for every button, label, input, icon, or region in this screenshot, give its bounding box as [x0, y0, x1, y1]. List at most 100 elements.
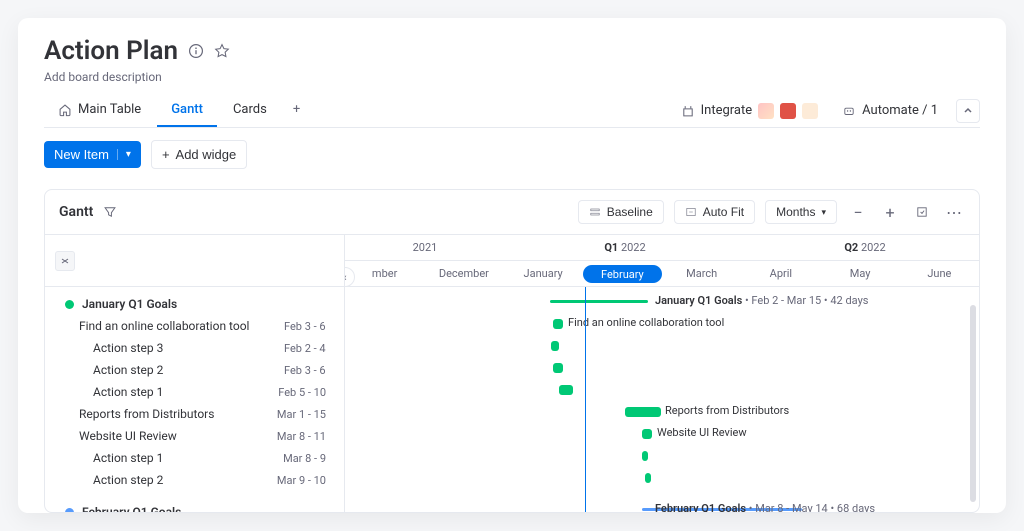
tab-label: Cards	[233, 102, 267, 117]
automate-button[interactable]: Automate / 1	[836, 99, 944, 122]
row-name: Action step 3	[93, 341, 163, 355]
group-color-dot	[65, 300, 74, 309]
row-date: Feb 2 - 4	[284, 342, 344, 355]
gantt-timeline[interactable]: ‹ 2021Q1 2022Q2 2022 mberDecemberJanuary…	[345, 235, 979, 512]
row-name: Reports from Distributors	[79, 407, 214, 421]
group-color-dot	[65, 508, 74, 513]
month-label[interactable]: February	[583, 265, 662, 283]
add-tab-button[interactable]: +	[283, 94, 310, 127]
star-icon[interactable]	[214, 43, 230, 59]
expand-button[interactable]	[956, 99, 980, 123]
zoom-in-button[interactable]: +	[879, 201, 901, 223]
row-name: January Q1 Goals	[82, 297, 177, 311]
robot-icon	[842, 104, 856, 118]
month-label[interactable]: January	[504, 261, 583, 286]
bar-meta-label: February Q1 Goals • Mar 8 - May 14 • 68 …	[655, 502, 875, 512]
row-name: Action step 2	[93, 473, 163, 487]
year-label: Q2 2022	[745, 235, 979, 260]
month-label[interactable]: March	[662, 261, 741, 286]
today-indicator	[585, 287, 586, 512]
row-date: Mar 1 - 15	[277, 408, 344, 421]
row-name: Website UI Review	[79, 429, 177, 443]
export-button[interactable]	[911, 201, 933, 223]
row-name: February Q1 Goals	[82, 505, 181, 512]
row-date: Feb 5 - 10	[278, 386, 344, 399]
gantt-bar[interactable]	[642, 451, 648, 461]
gantt-bar[interactable]	[551, 341, 559, 351]
gmail-icon	[780, 103, 796, 119]
gantt-bar[interactable]	[642, 429, 652, 439]
baseline-icon	[589, 206, 601, 218]
add-widget-button[interactable]: + Add widge	[151, 140, 247, 169]
bar-label: Reports from Distributors	[665, 404, 789, 417]
tab-cards[interactable]: Cards	[219, 94, 281, 127]
collapse-all-button[interactable]	[55, 251, 75, 271]
board-description[interactable]: Add board description	[44, 70, 980, 84]
app-icon-3	[802, 103, 818, 119]
group-row[interactable]: January Q1 Goals	[45, 293, 344, 315]
month-label[interactable]: mber	[345, 261, 424, 286]
tab-gantt[interactable]: Gantt	[157, 94, 217, 127]
chevron-up-icon	[963, 106, 973, 116]
month-label[interactable]: May	[821, 261, 900, 286]
timeline-row: Reports from Distributors	[345, 401, 979, 423]
row-date: Mar 9 - 10	[277, 474, 344, 487]
month-label[interactable]: December	[424, 261, 503, 286]
gantt-bar[interactable]	[553, 319, 563, 329]
export-icon	[915, 205, 929, 219]
bar-label: Find an online collaboration tool	[568, 316, 724, 329]
month-label[interactable]: June	[900, 261, 979, 286]
gantt-bar[interactable]	[645, 473, 651, 483]
task-row[interactable]: Action step 1 Mar 8 - 9	[45, 447, 344, 469]
row-date: Feb 3 - 6	[284, 364, 344, 377]
tab-main-table[interactable]: Main Table	[44, 94, 155, 127]
scrollbar[interactable]	[970, 305, 976, 502]
info-icon[interactable]	[188, 43, 204, 59]
autofit-icon	[685, 206, 697, 218]
task-row[interactable]: Action step 2 Mar 9 - 10	[45, 469, 344, 491]
task-row[interactable]: Reports from Distributors Mar 1 - 15	[45, 403, 344, 425]
gantt-bar[interactable]	[550, 300, 648, 303]
task-row[interactable]: Action step 3 Feb 2 - 4	[45, 337, 344, 359]
gantt-panel: Gantt Baseline Auto Fit Months ▾ − + ⋯	[44, 189, 980, 513]
month-label[interactable]: April	[741, 261, 820, 286]
row-date: Mar 8 - 11	[277, 430, 344, 443]
task-row[interactable]: Website UI Review Mar 8 - 11	[45, 425, 344, 447]
task-row[interactable]: Action step 2Feb 3 - 6	[45, 359, 344, 381]
more-button[interactable]: ⋯	[943, 201, 965, 223]
timeline-row	[345, 379, 979, 401]
timeline-row: Find an online collaboration tool	[345, 313, 979, 335]
timeline-row: Website UI Review	[345, 423, 979, 445]
integrate-icon	[681, 104, 695, 118]
timeline-row	[345, 467, 979, 489]
year-label: 2021	[345, 235, 505, 260]
task-row[interactable]: Action step 1 Feb 5 - 10	[45, 381, 344, 403]
bar-label: Website UI Review	[657, 426, 747, 439]
group-row[interactable]: February Q1 Goals	[45, 501, 344, 512]
autofit-button[interactable]: Auto Fit	[674, 200, 755, 224]
integrate-button[interactable]: Integrate	[675, 99, 825, 123]
filter-icon[interactable]	[103, 205, 117, 219]
zoom-select[interactable]: Months ▾	[765, 200, 837, 224]
app-icon-1	[758, 103, 774, 119]
row-name: Action step 1	[93, 385, 163, 399]
new-item-button[interactable]: New Item ▾	[44, 141, 141, 168]
gantt-bar[interactable]	[559, 385, 573, 395]
gantt-bar[interactable]	[553, 363, 563, 373]
zoom-out-button[interactable]: −	[847, 201, 869, 223]
baseline-button[interactable]: Baseline	[578, 200, 664, 224]
timeline-row	[345, 335, 979, 357]
timeline-row: February Q1 Goals • Mar 8 - May 14 • 68 …	[345, 499, 979, 512]
tab-label: Gantt	[171, 102, 203, 117]
home-icon	[58, 103, 72, 117]
row-date: Mar 8 - 9	[283, 452, 344, 465]
gantt-bar[interactable]	[625, 407, 661, 417]
task-row[interactable]: Find an online collaboration toolFeb 3 -…	[45, 315, 344, 337]
chevron-down-icon[interactable]: ▾	[117, 149, 131, 160]
year-label: Q1 2022	[505, 235, 745, 260]
integration-apps	[758, 103, 818, 119]
row-name: Action step 1	[93, 451, 163, 465]
task-row	[45, 491, 344, 501]
bar-meta-label: January Q1 Goals • Feb 2 - Mar 15 • 42 d…	[655, 294, 868, 307]
timeline-row: January Q1 Goals • Feb 2 - Mar 15 • 42 d…	[345, 291, 979, 313]
